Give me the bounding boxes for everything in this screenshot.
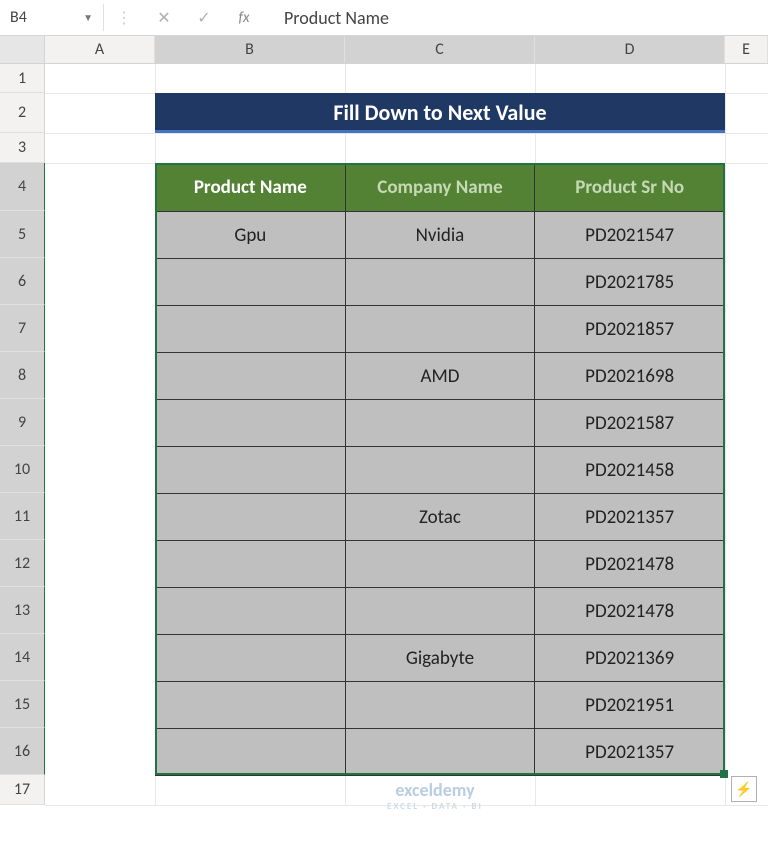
cancel-icon[interactable]: ✕ — [144, 8, 184, 28]
cell-company[interactable]: Nvidia — [345, 212, 535, 259]
watermark-brand: exceldemy — [395, 779, 474, 801]
table-row: AMDPD2021698 — [156, 353, 725, 400]
formula-bar-separator: ⋮ — [104, 8, 144, 28]
row-header-10[interactable]: 10 — [0, 446, 45, 493]
cell-sr[interactable]: PD2021951 — [535, 682, 725, 729]
header-company-name[interactable]: Company Name — [345, 164, 535, 212]
table-row: PD2021357 — [156, 729, 725, 776]
cell-product[interactable] — [156, 682, 346, 729]
row-header-16[interactable]: 16 — [0, 728, 45, 775]
table-row: PD2021587 — [156, 400, 725, 447]
cell-product[interactable]: Gpu — [156, 212, 346, 259]
confirm-icon[interactable]: ✓ — [184, 8, 224, 28]
cell-company[interactable]: Gigabyte — [345, 635, 535, 682]
watermark-tag: EXCEL · DATA · BI — [305, 801, 565, 812]
name-box-value: B4 — [10, 8, 27, 27]
header-product-sr-no[interactable]: Product Sr No — [535, 164, 725, 212]
cell-company[interactable] — [345, 447, 535, 494]
col-header-E[interactable]: E — [725, 36, 768, 63]
worksheet-area[interactable]: Fill Down to Next Value Product Name Com… — [45, 64, 768, 805]
table-row: PD2021458 — [156, 447, 725, 494]
table-row: ZotacPD2021357 — [156, 494, 725, 541]
row-header-1[interactable]: 1 — [0, 64, 45, 93]
smart-tag-icon: ⚡ — [735, 781, 752, 798]
table-row: GigabytePD2021369 — [156, 635, 725, 682]
col-header-D[interactable]: D — [535, 36, 725, 63]
cell-company[interactable] — [345, 729, 535, 776]
cell-company[interactable] — [345, 400, 535, 447]
row-header-7[interactable]: 7 — [0, 305, 45, 352]
row-headers: 1 2 3 4 5 6 7 8 9 10 11 12 13 14 15 16 1… — [0, 64, 45, 805]
cell-product[interactable] — [156, 306, 346, 353]
title-banner[interactable]: Fill Down to Next Value — [155, 93, 725, 133]
cell-product[interactable] — [156, 588, 346, 635]
cell-company[interactable] — [345, 259, 535, 306]
data-table: Product Name Company Name Product Sr No … — [155, 163, 725, 776]
cell-sr[interactable]: PD2021357 — [535, 494, 725, 541]
col-header-A[interactable]: A — [45, 36, 155, 63]
cell-sr[interactable]: PD2021458 — [535, 447, 725, 494]
formula-bar: B4 ▼ ⋮ ✕ ✓ fx Product Name — [0, 0, 768, 36]
dropdown-icon[interactable]: ▼ — [83, 11, 93, 24]
table-row: PD2021478 — [156, 588, 725, 635]
watermark: exceldemy EXCEL · DATA · BI — [305, 779, 565, 812]
table-row: PD2021478 — [156, 541, 725, 588]
cell-company[interactable] — [345, 682, 535, 729]
col-header-C[interactable]: C — [345, 36, 535, 63]
header-product-name[interactable]: Product Name — [156, 164, 346, 212]
cell-company[interactable] — [345, 588, 535, 635]
cell-sr[interactable]: PD2021357 — [535, 729, 725, 776]
row-header-15[interactable]: 15 — [0, 681, 45, 728]
row-header-11[interactable]: 11 — [0, 493, 45, 540]
fx-icon[interactable]: fx — [224, 9, 264, 27]
row-header-14[interactable]: 14 — [0, 634, 45, 681]
cell-company[interactable]: Zotac — [345, 494, 535, 541]
cell-product[interactable] — [156, 541, 346, 588]
row-header-4[interactable]: 4 — [0, 163, 45, 211]
cell-product[interactable] — [156, 259, 346, 306]
table-row: GpuNvidiaPD2021547 — [156, 212, 725, 259]
table-header-row: Product Name Company Name Product Sr No — [156, 164, 725, 212]
cell-sr[interactable]: PD2021587 — [535, 400, 725, 447]
cell-sr[interactable]: PD2021478 — [535, 541, 725, 588]
cell-company[interactable] — [345, 306, 535, 353]
col-header-B[interactable]: B — [155, 36, 345, 63]
cell-sr[interactable]: PD2021478 — [535, 588, 725, 635]
cell-product[interactable] — [156, 353, 346, 400]
row-header-5[interactable]: 5 — [0, 211, 45, 258]
row-header-12[interactable]: 12 — [0, 540, 45, 587]
cell-product[interactable] — [156, 635, 346, 682]
select-all-triangle[interactable] — [0, 36, 45, 63]
cell-sr[interactable]: PD2021785 — [535, 259, 725, 306]
row-header-8[interactable]: 8 — [0, 352, 45, 399]
cell-company[interactable]: AMD — [345, 353, 535, 400]
smart-tag-button[interactable]: ⚡ — [731, 776, 757, 802]
cell-product[interactable] — [156, 447, 346, 494]
name-box[interactable]: B4 ▼ — [0, 4, 104, 31]
cell-product[interactable] — [156, 400, 346, 447]
table-row: PD2021785 — [156, 259, 725, 306]
cell-company[interactable] — [345, 541, 535, 588]
row-header-17[interactable]: 17 — [0, 775, 45, 805]
table-row: PD2021951 — [156, 682, 725, 729]
fill-handle[interactable] — [720, 770, 728, 778]
row-header-9[interactable]: 9 — [0, 399, 45, 446]
row-header-2[interactable]: 2 — [0, 93, 45, 133]
cell-sr[interactable]: PD2021547 — [535, 212, 725, 259]
row-header-13[interactable]: 13 — [0, 587, 45, 634]
column-headers: A B C D E — [0, 36, 768, 64]
table-row: PD2021857 — [156, 306, 725, 353]
cell-product[interactable] — [156, 494, 346, 541]
formula-bar-input[interactable]: Product Name — [264, 7, 768, 29]
cell-sr[interactable]: PD2021857 — [535, 306, 725, 353]
cell-product[interactable] — [156, 729, 346, 776]
row-header-6[interactable]: 6 — [0, 258, 45, 305]
cell-sr[interactable]: PD2021698 — [535, 353, 725, 400]
cell-sr[interactable]: PD2021369 — [535, 635, 725, 682]
row-header-3[interactable]: 3 — [0, 133, 45, 163]
